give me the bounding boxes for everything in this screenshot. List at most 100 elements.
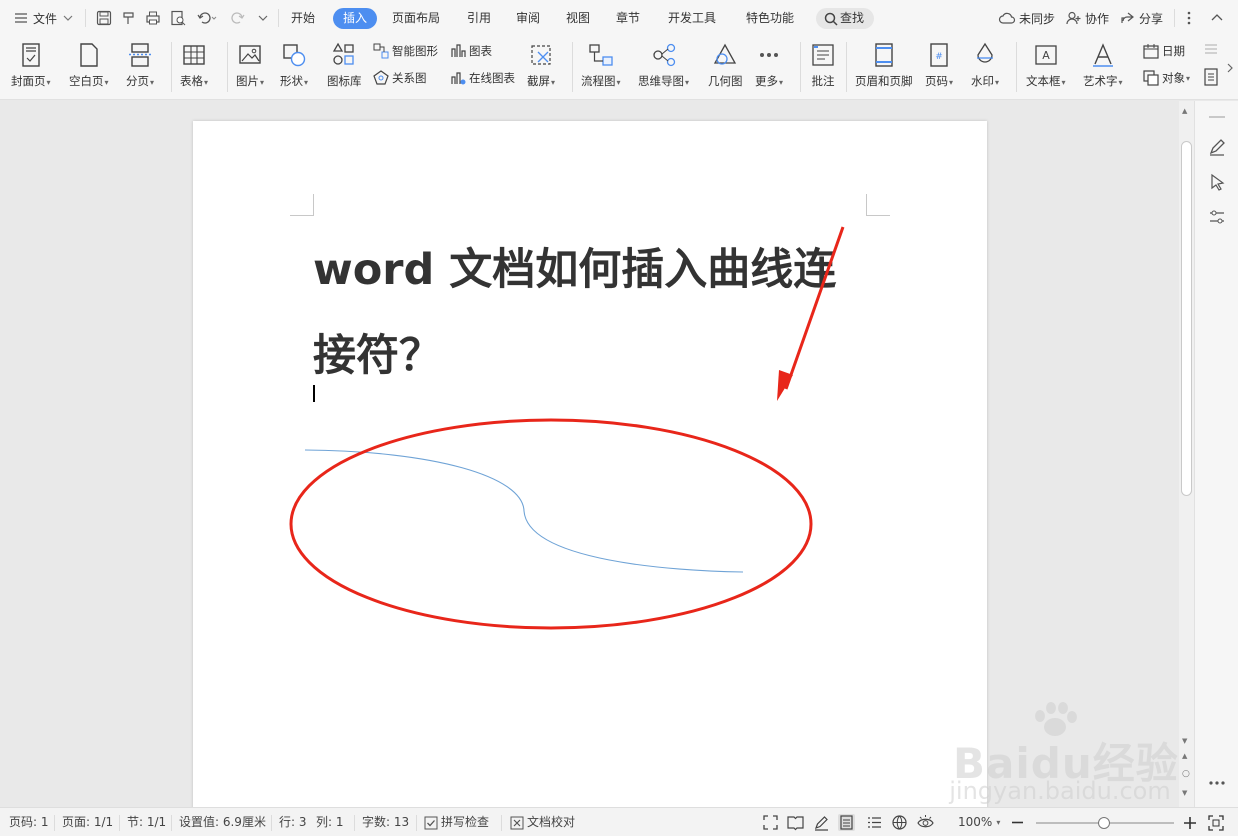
status-pages[interactable]: 页面: 1/1 <box>62 808 113 836</box>
search-button[interactable]: 查找 <box>816 8 875 29</box>
page-number-button[interactable]: # 页码▾ <box>925 38 953 96</box>
watermark-button[interactable]: 水印▾ <box>971 38 999 96</box>
spell-check-button[interactable]: 拼写检查 <box>424 808 489 836</box>
format-painter-icon[interactable] <box>121 10 137 26</box>
save-icon[interactable] <box>96 10 112 26</box>
flowchart-button[interactable]: 流程图▾ <box>581 38 621 96</box>
mindmap-button[interactable]: 思维导图▾ <box>638 38 689 96</box>
scroll-up-icon[interactable]: ▲ <box>1182 107 1187 115</box>
zoom-in-icon[interactable] <box>1184 817 1196 829</box>
collapse-ribbon-icon[interactable] <box>1211 12 1223 22</box>
tab-view[interactable]: 视图 <box>556 8 600 29</box>
zoom-level-dropdown[interactable]: 100% ▾ <box>958 808 1000 836</box>
outline-view-icon[interactable] <box>866 814 883 831</box>
previous-page-icon[interactable]: ▲ <box>1182 752 1187 760</box>
browse-object-icon[interactable]: ○ <box>1182 769 1190 779</box>
vertical-scrollbar[interactable]: ▲ ▼ ▲ ○ ▼ <box>1179 101 1194 807</box>
tab-page-layout[interactable]: 页面布局 <box>382 8 450 29</box>
page-view-icon[interactable] <box>838 814 855 831</box>
chart-button[interactable]: 图表 <box>450 41 492 61</box>
status-setting-value[interactable]: 设置值: 6.9厘米 <box>179 808 266 836</box>
print-preview-icon[interactable] <box>170 10 186 26</box>
undo-icon[interactable] <box>196 10 218 26</box>
svg-text:#: # <box>935 52 943 62</box>
status-word-count[interactable]: 字数: 13 <box>362 808 409 836</box>
tab-references[interactable]: 引用 <box>457 8 501 29</box>
adjust-sliders-icon[interactable] <box>1207 207 1227 227</box>
blank-page-button[interactable]: 空白页▾ <box>69 38 109 96</box>
share-button[interactable]: 分享 <box>1120 0 1163 36</box>
watermark-label: 水印 <box>971 74 994 88</box>
tab-review[interactable]: 审阅 <box>506 8 550 29</box>
edit-pen-icon[interactable] <box>1207 137 1227 157</box>
divider <box>572 42 573 92</box>
page-break-button[interactable]: 分页▾ <box>126 38 154 96</box>
object-button[interactable]: 对象 ▾ <box>1143 68 1190 88</box>
divider <box>278 9 279 27</box>
annotation-layer <box>289 226 845 630</box>
text-align-icon[interactable] <box>1203 42 1219 58</box>
divider <box>271 815 272 831</box>
pointer-arrow-head <box>777 370 793 401</box>
web-view-icon[interactable] <box>891 814 908 831</box>
curve-connector[interactable] <box>304 449 744 573</box>
geometry-icon <box>712 42 738 68</box>
collaborate-button[interactable]: 协作 <box>1066 0 1109 36</box>
comment-icon <box>810 42 836 68</box>
fit-window-icon[interactable] <box>1208 815 1224 831</box>
relation-diagram-button[interactable]: 关系图 <box>373 68 427 88</box>
print-icon[interactable] <box>145 10 161 26</box>
page-number-icon: # <box>926 42 952 68</box>
tab-developer[interactable]: 开发工具 <box>658 8 726 29</box>
page-number-label: 页码 <box>925 74 948 88</box>
status-page-number[interactable]: 页码: 1 <box>9 808 49 836</box>
ribbon-scroll-right-icon[interactable] <box>1226 63 1234 73</box>
divider <box>227 42 228 92</box>
tab-home[interactable]: 开始 <box>281 8 325 29</box>
shape-button[interactable]: 形状▾ <box>280 38 308 96</box>
write-mode-icon[interactable] <box>813 814 830 831</box>
icon-library-button[interactable]: 图标库 <box>327 38 362 96</box>
screenshot-button[interactable]: 截屏▾ <box>527 38 555 96</box>
document-canvas[interactable]: word 文档如何插入曲线连接符？ <box>0 101 1179 807</box>
text-box-icon: A <box>1033 42 1059 68</box>
zoom-out-icon[interactable] <box>1012 821 1023 824</box>
eye-protection-icon[interactable] <box>917 814 934 831</box>
divider <box>354 815 355 831</box>
file-menu-button[interactable]: 文件 <box>14 0 73 36</box>
cover-page-button[interactable]: 封面页▾ <box>11 38 51 96</box>
reading-mode-icon[interactable] <box>787 814 804 831</box>
smart-shape-button[interactable]: 智能图形 <box>373 41 438 61</box>
tab-chapter[interactable]: 章节 <box>606 8 650 29</box>
picture-button[interactable]: 图片▾ <box>236 38 264 96</box>
header-footer-button[interactable]: 页眉和页脚 <box>855 38 913 96</box>
document-icon[interactable] <box>1203 68 1219 86</box>
quick-access-dropdown-icon[interactable] <box>258 13 268 23</box>
online-chart-button[interactable]: 在线图表 <box>450 68 515 88</box>
status-column[interactable]: 列: 1 <box>316 808 344 836</box>
zoom-slider-handle[interactable] <box>1098 817 1110 829</box>
fullscreen-icon[interactable] <box>762 814 779 831</box>
document-page[interactable]: word 文档如何插入曲线连接符？ <box>193 121 987 807</box>
next-page-icon[interactable]: ▼ <box>1182 789 1187 797</box>
status-row[interactable]: 行: 3 <box>279 808 307 836</box>
sync-status-button[interactable]: 未同步 <box>998 0 1055 36</box>
more-options-icon[interactable] <box>1186 11 1192 25</box>
more-tools-icon[interactable] <box>1207 779 1227 799</box>
status-section[interactable]: 节: 1/1 <box>127 808 166 836</box>
scrollbar-thumb[interactable] <box>1181 141 1192 496</box>
more-button[interactable]: 更多▾ <box>755 38 783 96</box>
select-cursor-icon[interactable] <box>1207 172 1227 192</box>
tab-insert[interactable]: 插入 <box>333 8 378 29</box>
comment-button[interactable]: 批注 <box>810 38 836 96</box>
table-button[interactable]: 表格▾ <box>180 38 208 96</box>
word-art-button[interactable]: 艺术字▾ <box>1083 38 1123 96</box>
date-button[interactable]: 日期 <box>1143 41 1185 61</box>
doc-proofread-button[interactable]: 文档校对 <box>510 808 575 836</box>
text-box-button[interactable]: A 文本框▾ <box>1026 38 1066 96</box>
divider <box>1016 42 1017 92</box>
redo-icon[interactable] <box>230 10 246 26</box>
scroll-down-icon[interactable]: ▼ <box>1182 737 1187 745</box>
geometry-button[interactable]: 几何图 <box>708 38 743 96</box>
tab-special-features[interactable]: 特色功能 <box>736 8 804 29</box>
